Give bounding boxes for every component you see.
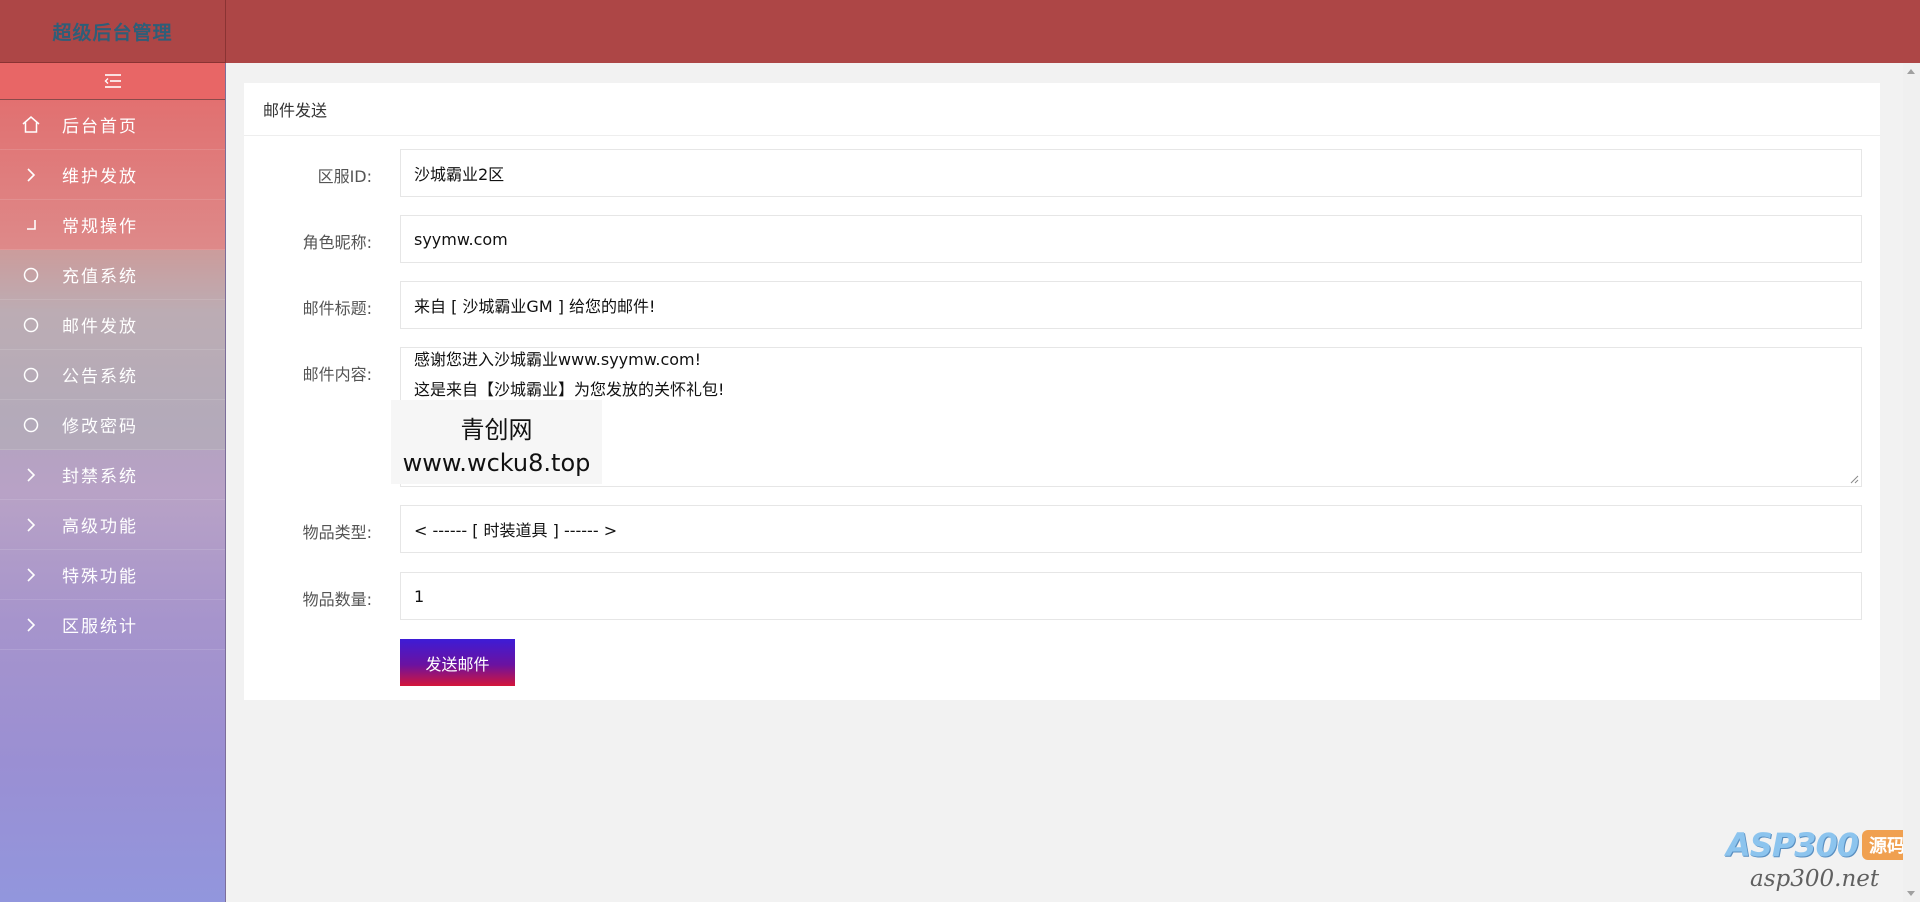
sidebar-item-label: 充值系统 (62, 267, 138, 287)
sidebar-item-label: 区服统计 (62, 617, 138, 637)
chevron-right-icon (0, 467, 62, 482)
sidebar-toggle[interactable] (0, 63, 225, 100)
role-label: 角色昵称: (302, 233, 372, 252)
page-scrollbar[interactable] (1903, 63, 1920, 902)
sidebar-item-password[interactable]: 修改密码 (0, 400, 225, 450)
sidebar-item-label: 后台首页 (62, 117, 138, 137)
item-count-label: 物品数量: (302, 590, 372, 609)
sidebar-item-advanced[interactable]: 高级功能 (0, 500, 225, 550)
sidebar-item-label: 常规操作 (62, 217, 138, 237)
sidebar-item-label: 特殊功能 (62, 567, 138, 587)
send-mail-button[interactable]: 发送邮件 (400, 639, 515, 686)
resize-grip-icon[interactable] (1849, 474, 1859, 484)
overlay-watermark-line-1: 青创网 (460, 416, 533, 444)
sidebar-item-maintenance[interactable]: 维护发放 (0, 150, 225, 200)
mail-title-input[interactable]: 来自 [ 沙城霸业GM ] 给您的邮件! (400, 281, 1862, 329)
overlay-watermark: 青创网 www.wcku8.top (391, 400, 602, 484)
mail-send-card: 邮件发送 区服ID: 沙城霸业2区 角色昵称: syymw.com 邮件标题: … (244, 83, 1880, 700)
sidebar-item-home[interactable]: 后台首页 (0, 100, 225, 150)
sidebar-item-label: 封禁系统 (62, 467, 138, 487)
sidebar-item-server-stats[interactable]: 区服统计 (0, 600, 225, 650)
sidebar-item-special[interactable]: 特殊功能 (0, 550, 225, 600)
asp300-url: asp300.net (1750, 866, 1880, 892)
chevron-right-icon (0, 517, 62, 532)
chevron-right-icon (0, 567, 62, 582)
sidebar-item-label: 公告系统 (62, 367, 138, 387)
app-title: 超级后台管理 (52, 21, 173, 44)
circle-icon (0, 367, 62, 383)
server-label: 区服ID: (317, 167, 372, 186)
sidebar-item-label: 高级功能 (62, 517, 138, 537)
sidebar-item-routine[interactable]: 常规操作 (0, 200, 225, 250)
item-count-input[interactable]: 1 (400, 572, 1862, 620)
sidebar: 后台首页 维护发放 常规操作 充值系统 邮件发放 公告系统 修改密码 封禁系统 … (0, 63, 226, 902)
overlay-watermark-line-2: www.wcku8.top (402, 449, 591, 477)
sidebar-item-label: 维护发放 (62, 167, 138, 187)
chevron-right-icon (0, 617, 62, 632)
item-type-label: 物品类型: (302, 523, 372, 542)
sidebar-item-mail[interactable]: 邮件发放 (0, 300, 225, 350)
mail-content-line-2: 这是来自【沙城霸业】为您发放的关怀礼包! (414, 380, 725, 399)
asp300-brand: ASP300 (1726, 826, 1859, 864)
chevron-right-icon (0, 167, 62, 182)
mail-content-textarea[interactable]: 感谢您进入沙城霸业www.syymw.com! 这是来自【沙城霸业】为您发放的关… (400, 347, 1862, 487)
circle-icon (0, 417, 62, 433)
mail-content-label: 邮件内容: (302, 365, 372, 384)
item-type-select[interactable]: < ------ [ 时装道具 ] ------ > (400, 505, 1862, 553)
scroll-up-icon[interactable] (1907, 69, 1915, 74)
circle-icon (0, 267, 62, 283)
role-name-input[interactable]: syymw.com (400, 215, 1862, 263)
mail-title-label: 邮件标题: (302, 299, 372, 318)
menu-collapse-icon (104, 74, 121, 88)
asp300-logo: ASP300 源码 (1726, 826, 1912, 866)
server-input[interactable]: 沙城霸业2区 (400, 149, 1862, 197)
circle-icon (0, 317, 62, 333)
corner-icon (0, 219, 62, 231)
top-bar: 超级后台管理 (0, 0, 1920, 63)
scroll-down-icon[interactable] (1907, 891, 1915, 896)
sidebar-item-ban[interactable]: 封禁系统 (0, 450, 225, 500)
sidebar-item-label: 修改密码 (62, 417, 138, 437)
sidebar-item-label: 邮件发放 (62, 317, 138, 337)
logo[interactable]: 超级后台管理 (0, 0, 226, 63)
card-title: 邮件发送 (244, 83, 1880, 136)
sidebar-item-recharge[interactable]: 充值系统 (0, 250, 225, 300)
home-icon (0, 116, 62, 133)
mail-content-line-1: 感谢您进入沙城霸业www.syymw.com! (414, 350, 702, 369)
sidebar-item-notice[interactable]: 公告系统 (0, 350, 225, 400)
